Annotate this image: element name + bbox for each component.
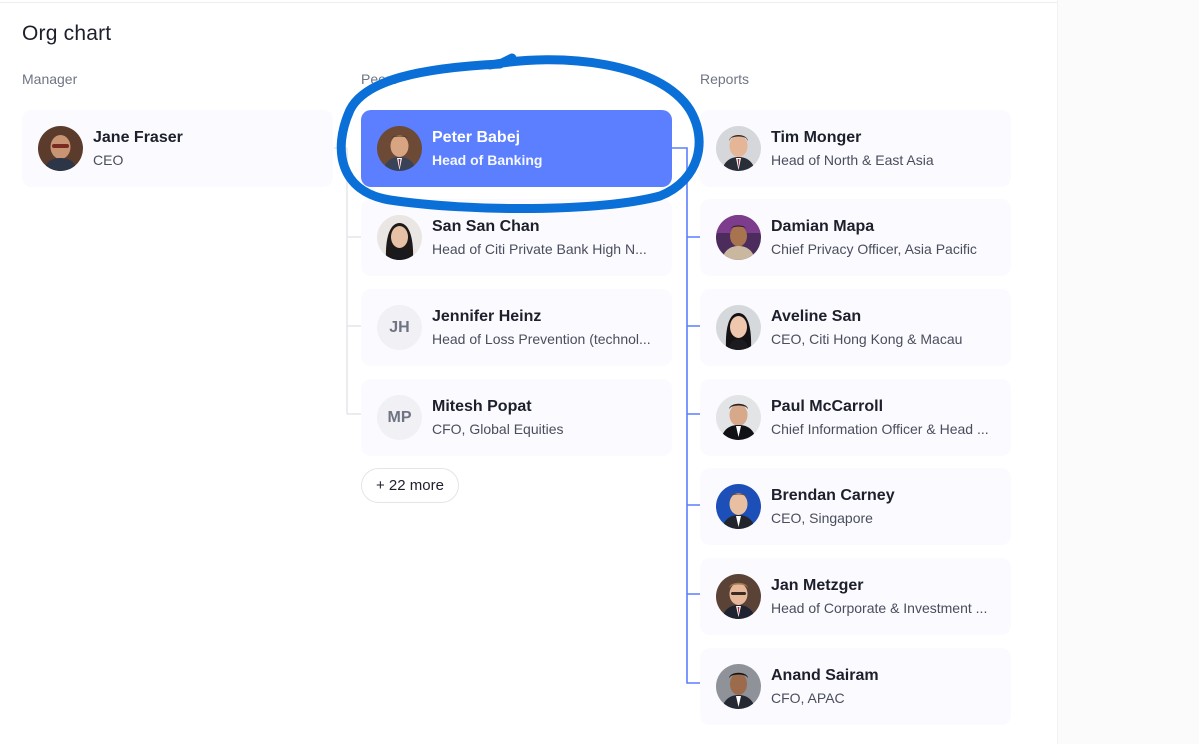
side-panel <box>1057 0 1199 744</box>
person-name: Jan Metzger <box>771 577 864 594</box>
avatar <box>716 664 761 709</box>
avatar <box>716 305 761 350</box>
report-card[interactable]: Jan Metzger Head of Corporate & Investme… <box>700 558 1011 635</box>
person-role: CFO, Global Equities <box>432 421 564 437</box>
person-role: Head of Corporate & Investment ... <box>771 600 988 616</box>
top-divider <box>0 2 1057 3</box>
person-name: Peter Babej <box>432 129 521 146</box>
manager-column-label: Manager <box>22 71 78 87</box>
report-card[interactable]: Anand Sairam CFO, APAC <box>700 648 1011 725</box>
avatar <box>716 574 761 619</box>
person-name: Paul McCarroll <box>771 398 884 415</box>
person-name: Tim Monger <box>771 129 862 146</box>
report-card[interactable]: Aveline San CEO, Citi Hong Kong & Macau <box>700 289 1011 366</box>
peer-card[interactable]: MP Mitesh Popat CFO, Global Equities <box>361 379 672 456</box>
avatar <box>377 126 422 171</box>
person-name: Damian Mapa <box>771 218 875 235</box>
report-card[interactable]: Brendan Carney CEO, Singapore <box>700 468 1011 545</box>
person-name: Brendan Carney <box>771 487 895 504</box>
manager-card[interactable]: Jane Fraser CEO <box>22 110 333 187</box>
person-role: Chief Privacy Officer, Asia Pacific <box>771 241 977 257</box>
person-role: Chief Information Officer & Head ... <box>771 421 989 437</box>
person-role: CEO, Singapore <box>771 510 873 526</box>
person-name: Anand Sairam <box>771 667 879 684</box>
person-role: Head of Loss Prevention (technol... <box>432 331 651 347</box>
person-name: Aveline San <box>771 308 862 325</box>
report-card[interactable]: Paul McCarroll Chief Information Officer… <box>700 379 1011 456</box>
person-role: Head of Banking <box>432 152 543 168</box>
avatar-initials: MP <box>377 395 422 440</box>
avatar <box>716 395 761 440</box>
report-card[interactable]: Damian Mapa Chief Privacy Officer, Asia … <box>700 199 1011 276</box>
avatar <box>716 126 761 171</box>
person-role: CEO, Citi Hong Kong & Macau <box>771 331 963 347</box>
person-name: Jane Fraser <box>93 129 183 146</box>
peer-card[interactable]: JH Jennifer Heinz Head of Loss Preventio… <box>361 289 672 366</box>
peer-card-selected[interactable]: Peter Babej Head of Banking <box>361 110 672 187</box>
person-role: CEO <box>93 152 124 168</box>
avatar-initials: JH <box>377 305 422 350</box>
avatar <box>38 126 83 171</box>
avatar <box>377 215 422 260</box>
report-card[interactable]: Tim Monger Head of North & East Asia <box>700 110 1011 187</box>
person-name: San San Chan <box>432 218 540 235</box>
person-name: Jennifer Heinz <box>432 308 542 325</box>
person-role: CFO, APAC <box>771 690 845 706</box>
reports-column-label: Reports <box>700 71 750 87</box>
avatar <box>716 484 761 529</box>
peers-column-label: Peers <box>361 71 398 87</box>
person-name: Mitesh Popat <box>432 398 532 415</box>
show-more-peers-button[interactable]: + 22 more <box>361 468 459 503</box>
person-role: Head of North & East Asia <box>771 152 934 168</box>
peer-card[interactable]: San San Chan Head of Citi Private Bank H… <box>361 199 672 276</box>
org-chart-page: Org chart Manager Peers Reports Jane Fra… <box>0 0 1199 744</box>
page-title: Org chart <box>22 22 112 45</box>
person-role: Head of Citi Private Bank High N... <box>432 241 647 257</box>
avatar <box>716 215 761 260</box>
